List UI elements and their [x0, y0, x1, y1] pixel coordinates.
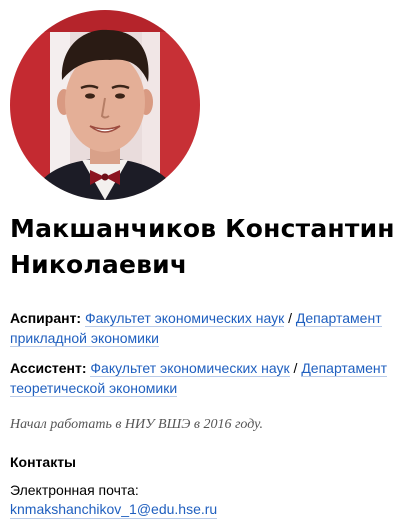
position-role: Аспирант: [10, 310, 82, 326]
faculty-link[interactable]: Факультет экономических наук [84, 310, 285, 327]
employment-intro: Начал работать в НИУ ВШЭ в 2016 году. [10, 417, 263, 432]
position-separator: / [289, 360, 302, 376]
profile-photo-image [10, 10, 200, 200]
page-title: Макшанчиков Константин Николаевич [10, 214, 395, 279]
position-assistant: Ассистент: Факультет экономических наук … [10, 358, 414, 398]
position-postgraduate: Аспирант: Факультет экономических наук /… [10, 308, 414, 348]
contacts-heading: Контакты [10, 454, 77, 470]
email-link[interactable]: knmakshanchikov_1@edu.hse.ru [10, 500, 218, 519]
position-separator: / [284, 310, 296, 326]
profile-photo [10, 10, 200, 200]
position-role: Ассистент: [10, 360, 87, 376]
email-label: Электронная почта: [10, 482, 139, 498]
faculty-link[interactable]: Факультет экономических наук [90, 360, 290, 377]
